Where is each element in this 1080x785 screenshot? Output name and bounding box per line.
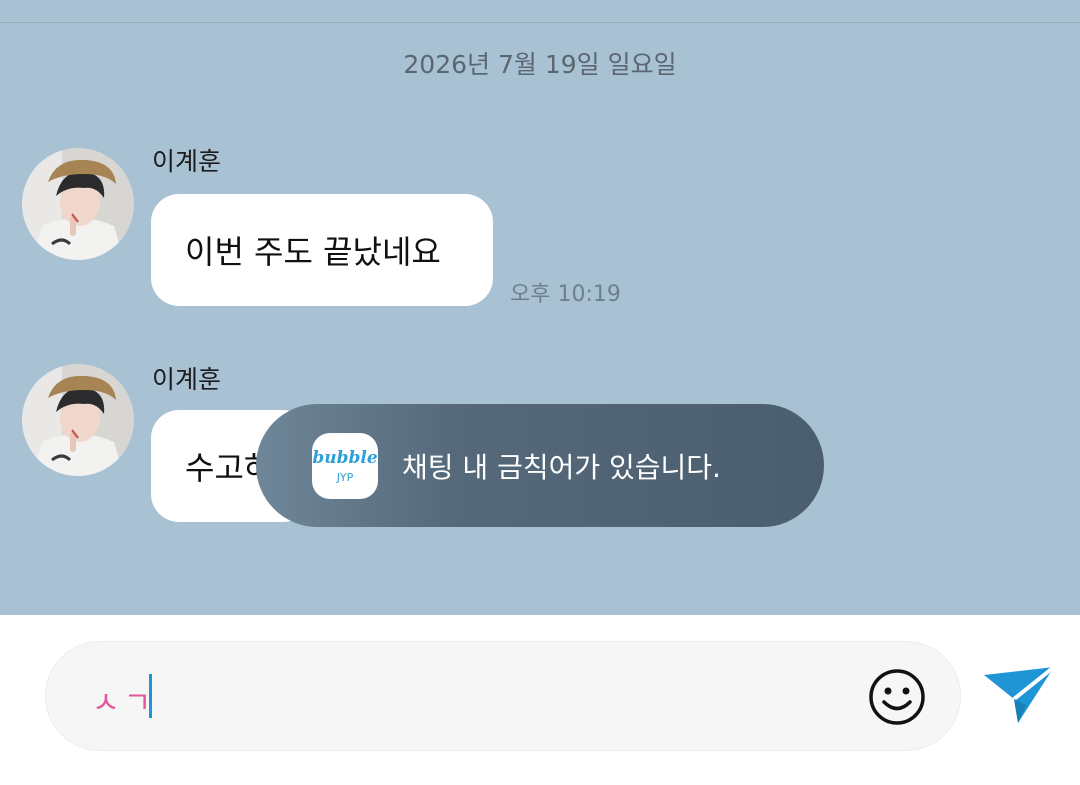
message-text: 이번 주도 끝났네요 <box>185 233 441 271</box>
app-icon-wordmark: bubble <box>312 447 378 468</box>
toast-message: 채팅 내 금칙어가 있습니다. <box>402 450 721 484</box>
message-bubble[interactable]: 이번 주도 끝났네요 <box>151 194 493 306</box>
top-divider <box>0 22 1080 23</box>
text-caret <box>149 674 152 718</box>
message-input[interactable]: ㅅㄱ <box>45 641 961 751</box>
paper-plane-icon[interactable] <box>982 665 1056 725</box>
sender-name: 이계훈 <box>152 365 222 394</box>
bubble-app-icon: bubble JYP <box>312 432 378 499</box>
smiley-icon[interactable] <box>868 668 926 726</box>
message-composer: ㅅㄱ <box>0 615 1080 785</box>
app-icon-submark: JYP <box>336 470 354 484</box>
date-separator: 2026년 7월 19일 일요일 <box>403 50 677 79</box>
banned-word-toast: bubble JYP 채팅 내 금칙어가 있습니다. <box>256 404 824 527</box>
avatar[interactable] <box>22 148 134 260</box>
sender-name: 이계훈 <box>152 147 222 176</box>
message-time: 오후 10:19 <box>510 282 621 307</box>
input-text: ㅅㄱ <box>92 686 156 721</box>
chat-area: 2026년 7월 19일 일요일 이계훈 이번 주도 끝났네요 오후 10:19 <box>0 0 1080 615</box>
avatar[interactable] <box>22 364 134 476</box>
